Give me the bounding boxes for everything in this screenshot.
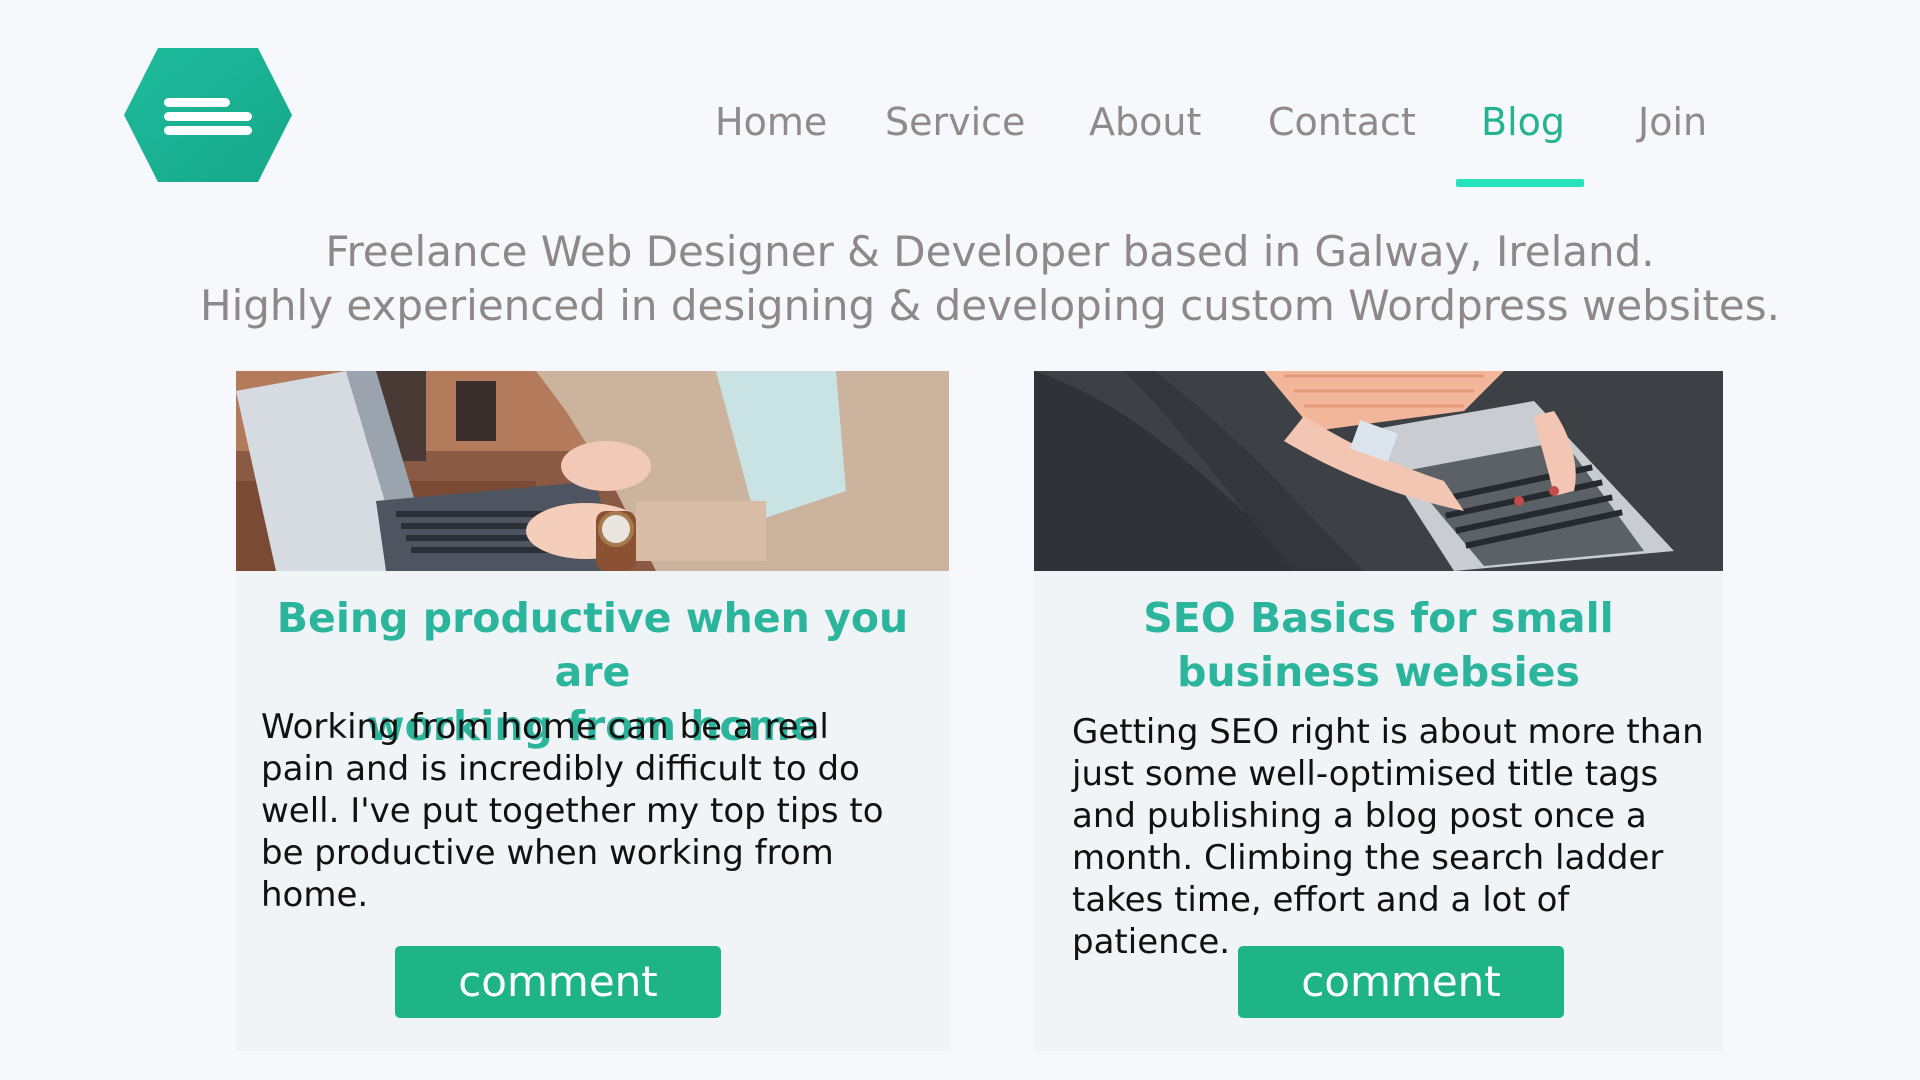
laptop-on-lap-photo[interactable]	[1034, 371, 1723, 571]
nav-home[interactable]: Home	[715, 100, 827, 144]
nav-contact[interactable]: Contact	[1268, 100, 1416, 144]
tagline-line-1: Freelance Web Designer & Developer based…	[325, 227, 1655, 276]
laptop-on-lap-photo-graphic	[1034, 371, 1723, 571]
laptop-typing-photo-graphic	[236, 371, 949, 571]
post-excerpt: Getting SEO right is about more than jus…	[1072, 712, 1704, 962]
post-title-line-2: business websies	[1177, 648, 1580, 696]
nav-service[interactable]: Service	[885, 100, 1025, 144]
blog-page: Home Service About Contact Blog Join Fre…	[0, 0, 1920, 1080]
nav-blog[interactable]: Blog	[1481, 100, 1565, 144]
blog-card: Being productive when you are working fr…	[236, 371, 949, 1051]
post-excerpt: Working from home can be a real pain and…	[261, 707, 884, 915]
main-nav: Home Service About Contact Blog Join	[0, 100, 1920, 190]
nav-about[interactable]: About	[1089, 100, 1201, 144]
laptop-typing-photo[interactable]	[236, 371, 949, 571]
tagline: Freelance Web Designer & Developer based…	[0, 225, 1920, 333]
nav-active-underline	[1456, 179, 1584, 187]
post-title[interactable]: SEO Basics for small business websies	[1034, 591, 1723, 699]
tagline-line-2: Highly experienced in designing & develo…	[200, 281, 1780, 330]
comment-button[interactable]: comment	[1238, 946, 1564, 1018]
post-title-line-1: Being productive when you are	[276, 594, 909, 696]
post-title-line-1: SEO Basics for small	[1143, 594, 1614, 642]
nav-join[interactable]: Join	[1638, 100, 1707, 144]
comment-button[interactable]: comment	[395, 946, 721, 1018]
blog-card: SEO Basics for small business websies Ge…	[1034, 371, 1723, 1051]
